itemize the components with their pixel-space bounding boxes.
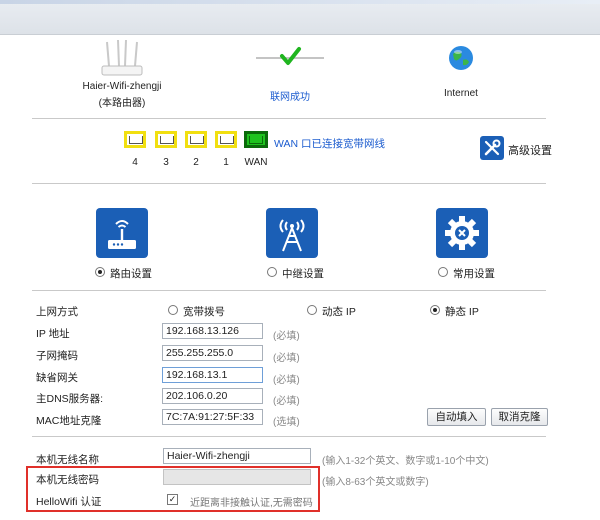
ssid-hint: (输入1-32个英文、数字或1-10个中文) (322, 456, 489, 467)
port-label-4: 4 (132, 157, 138, 168)
wan-status-text: WAN 口已连接宽带网线 (274, 138, 386, 150)
gateway-hint: (必填) (273, 375, 300, 386)
static-ip-label: 静态 IP (445, 306, 479, 318)
common-mode-tile[interactable] (436, 208, 488, 258)
ip-label: IP 地址 (36, 328, 70, 340)
mac-hint: (选填) (273, 417, 300, 428)
connection-status: 联网成功 (270, 92, 310, 103)
advanced-settings-label: 高级设置 (508, 145, 552, 157)
router-mode-label: 路由设置 (110, 268, 152, 280)
browser-top-bar (0, 0, 600, 35)
wan-port (244, 131, 268, 148)
top-accent-stripe (0, 0, 600, 4)
lan-port-1 (215, 131, 237, 148)
internet-label: Internet (444, 88, 478, 99)
password-hint: (输入8-63个英文或数字) (322, 477, 429, 488)
pppoe-label: 宽带拨号 (183, 306, 225, 318)
repeater-mode-radio[interactable] (267, 267, 277, 277)
ip-hint: (必填) (273, 331, 300, 342)
globe-icon (447, 44, 475, 72)
auto-fill-button[interactable]: 自动填入 (427, 408, 486, 426)
dns-hint: (必填) (273, 396, 300, 407)
router-device-icon (98, 39, 146, 80)
dhcp-radio[interactable] (307, 305, 317, 315)
dns-input[interactable]: 202.106.0.20 (162, 388, 263, 404)
common-mode-radio[interactable] (438, 267, 448, 277)
gear-icon (445, 216, 479, 250)
tools-icon (480, 136, 504, 160)
static-ip-radio[interactable] (430, 305, 440, 315)
router-name: Haier-Wifi-zhengji (82, 81, 162, 92)
advanced-settings-button[interactable]: 高级设置 (480, 136, 552, 164)
router-icon (108, 220, 136, 249)
connection-check-icon (256, 46, 324, 68)
mask-hint: (必填) (273, 353, 300, 364)
ip-input[interactable]: 192.168.13.126 (162, 323, 263, 339)
port-label-2: 2 (193, 157, 199, 168)
router-subtitle: (本路由器) (98, 98, 146, 109)
internet-method-label: 上网方式 (36, 306, 78, 318)
pppoe-radio[interactable] (168, 305, 178, 315)
divider-3 (32, 290, 546, 291)
ssid-label: 本机无线名称 (36, 454, 99, 466)
lan-port-4 (124, 131, 146, 148)
dns-label: 主DNS服务器: (36, 393, 104, 405)
ssid-input[interactable]: Haier-Wifi-zhengji (163, 448, 311, 464)
tower-icon (279, 219, 305, 252)
lan-port-2 (185, 131, 207, 148)
port-label-3: 3 (163, 157, 169, 168)
lan-port-3 (155, 131, 177, 148)
divider-4 (32, 436, 546, 437)
router-mode-tile[interactable] (96, 208, 148, 258)
common-mode-label: 常用设置 (453, 268, 495, 280)
highlight-box (26, 466, 320, 512)
mac-input[interactable]: 7C:7A:91:27:5F:33 (162, 409, 263, 425)
divider-2 (32, 183, 546, 184)
cancel-clone-button[interactable]: 取消克隆 (491, 408, 548, 426)
gateway-input[interactable]: 192.168.13.1 (162, 367, 263, 383)
repeater-mode-tile[interactable] (266, 208, 318, 258)
gateway-label: 缺省网关 (36, 372, 78, 384)
port-label-1: 1 (223, 157, 229, 168)
mask-input[interactable]: 255.255.255.0 (162, 345, 263, 361)
dhcp-label: 动态 IP (322, 306, 356, 318)
repeater-mode-label: 中继设置 (282, 268, 324, 280)
mask-label: 子网掩码 (36, 350, 78, 362)
port-label-wan: WAN (244, 157, 268, 168)
router-mode-radio[interactable] (95, 267, 105, 277)
divider-1 (32, 118, 546, 119)
mac-label: MAC地址克隆 (36, 415, 102, 427)
